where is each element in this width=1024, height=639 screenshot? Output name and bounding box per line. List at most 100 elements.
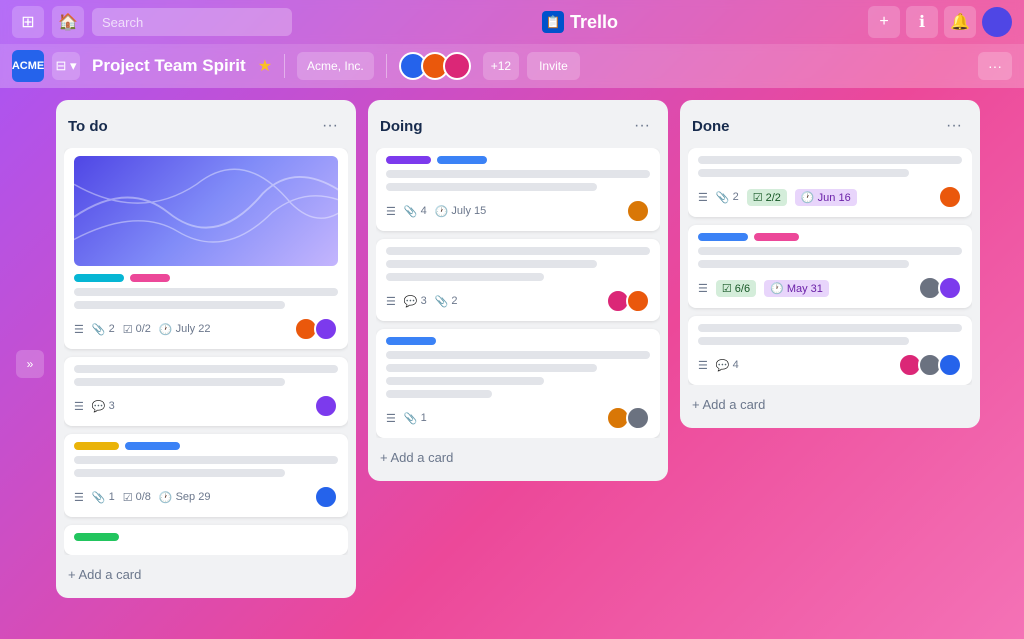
card-footer: ☰ 💬 4 bbox=[698, 353, 962, 377]
list-menu-doing[interactable]: ··· bbox=[628, 112, 656, 140]
card-avatars bbox=[314, 485, 338, 509]
sidebar-toggle-button[interactable]: » bbox=[16, 350, 44, 378]
home-button[interactable]: 🏠 bbox=[52, 6, 84, 38]
list-todo: To do ··· ☰ bbox=[56, 100, 356, 598]
add-card-button-doing[interactable]: + Add a card bbox=[376, 442, 660, 473]
checklist-val: 0/2 bbox=[136, 323, 151, 335]
card-doing-3[interactable]: ☰ 📎 1 bbox=[376, 329, 660, 438]
list-cards-done: ☰ 📎 2 ☑ 2/2 🕐 Jun 16 ☰ bbox=[688, 148, 972, 385]
tag-blue bbox=[386, 337, 436, 345]
list-menu-done[interactable]: ··· bbox=[940, 112, 968, 140]
card-avatars bbox=[314, 394, 338, 418]
card-todo-3[interactable]: ☰ 📎 1 ☑ 0/8 🕐 Sep 29 bbox=[64, 434, 348, 517]
card-done-2[interactable]: ☰ ☑ 6/6 🕐 May 31 bbox=[688, 225, 972, 308]
tag-pink bbox=[130, 274, 170, 282]
list-done: Done ··· ☰ 📎 2 ☑ 2/2 🕐 Jun 16 bbox=[680, 100, 980, 428]
card-avatars bbox=[918, 276, 962, 300]
card-text-line bbox=[386, 390, 492, 398]
board-content: » To do ··· bbox=[0, 88, 1024, 639]
comment-icon: 💬 3 bbox=[92, 400, 115, 413]
member-avatar-3[interactable] bbox=[443, 52, 471, 80]
card-avatar bbox=[314, 394, 338, 418]
date-icon: 🕐 Sep 29 bbox=[159, 491, 211, 504]
invite-button[interactable]: Invite bbox=[527, 52, 580, 80]
card-footer: ☰ 📎 2 ☑ 0/2 🕐 July 22 bbox=[74, 317, 338, 341]
checklist-icon: ☑ 0/2 bbox=[123, 323, 151, 336]
nav-right-actions: + ℹ 🔔 bbox=[868, 6, 1012, 38]
card-text-line bbox=[698, 260, 909, 268]
attach-icon: 📎 2 bbox=[435, 295, 458, 308]
card-avatar bbox=[626, 199, 650, 223]
add-card-button-todo[interactable]: + Add a card bbox=[64, 559, 348, 590]
tag-pink bbox=[754, 233, 799, 241]
card-todo-2[interactable]: ☰ 💬 3 bbox=[64, 357, 348, 426]
attach-icon: 📎 2 bbox=[716, 191, 739, 204]
card-text-line bbox=[698, 324, 962, 332]
hamburger-icon: ☰ bbox=[698, 282, 708, 295]
user-avatar[interactable] bbox=[982, 7, 1012, 37]
card-avatar bbox=[314, 317, 338, 341]
hamburger-icon: ☰ bbox=[386, 412, 396, 425]
list-header-doing: Doing ··· bbox=[376, 108, 660, 148]
card-doing-2[interactable]: ☰ 💬 3 📎 2 bbox=[376, 239, 660, 321]
attach-icon: 📎 4 bbox=[404, 205, 427, 218]
separator2 bbox=[386, 54, 387, 78]
card-avatar bbox=[938, 276, 962, 300]
card-avatars bbox=[626, 199, 650, 223]
card-text-line bbox=[386, 377, 544, 385]
card-tags bbox=[74, 274, 338, 282]
card-text-line bbox=[386, 351, 650, 359]
more-members-button[interactable]: +12 bbox=[483, 52, 519, 80]
workspace-logo: ACME bbox=[12, 50, 44, 82]
board-view-toggle[interactable]: ⊟ ▾ bbox=[52, 52, 80, 80]
tag-purple bbox=[386, 156, 431, 164]
hamburger-icon: ☰ bbox=[74, 400, 84, 413]
list-title-todo: To do bbox=[68, 118, 108, 135]
card-text-line bbox=[74, 378, 285, 386]
workspace-button[interactable]: Acme, Inc. bbox=[297, 52, 374, 80]
board-more-button[interactable]: ··· bbox=[978, 52, 1012, 80]
card-done-3[interactable]: ☰ 💬 4 bbox=[688, 316, 972, 385]
card-todo-1[interactable]: ☰ 📎 2 ☑ 0/2 🕐 July 22 bbox=[64, 148, 348, 349]
checklist-icon: ☑ 0/8 bbox=[123, 491, 151, 504]
board-nav: ACME ⊟ ▾ Project Team Spirit ★ Acme, Inc… bbox=[0, 44, 1024, 88]
attach-count: 4 bbox=[421, 205, 427, 217]
card-footer: ☰ 📎 4 🕐 July 15 bbox=[386, 199, 650, 223]
checklist-val: 0/8 bbox=[136, 491, 151, 503]
date-val: Sep 29 bbox=[176, 491, 211, 503]
trello-logo-icon: 📋 bbox=[542, 11, 564, 33]
card-done-1[interactable]: ☰ 📎 2 ☑ 2/2 🕐 Jun 16 bbox=[688, 148, 972, 217]
attach-icon: 📎 1 bbox=[92, 491, 115, 504]
tag-blue bbox=[698, 233, 748, 241]
card-avatar bbox=[314, 485, 338, 509]
list-header-todo: To do ··· bbox=[64, 108, 348, 148]
tag-green bbox=[74, 533, 119, 541]
card-footer: ☰ 💬 3 bbox=[74, 394, 338, 418]
list-cards-todo: ☰ 📎 2 ☑ 0/2 🕐 July 22 ☰ 💬 3 bbox=[64, 148, 348, 555]
card-text-line bbox=[698, 337, 909, 345]
card-text-line bbox=[74, 365, 338, 373]
list-header-done: Done ··· bbox=[688, 108, 972, 148]
list-title-doing: Doing bbox=[380, 118, 423, 135]
notifications-button[interactable]: 🔔 bbox=[944, 6, 976, 38]
card-todo-4[interactable] bbox=[64, 525, 348, 555]
card-doing-1[interactable]: ☰ 📎 4 🕐 July 15 bbox=[376, 148, 660, 231]
card-footer: ☰ ☑ 6/6 🕐 May 31 bbox=[698, 276, 962, 300]
list-menu-todo[interactable]: ··· bbox=[316, 112, 344, 140]
date-icon: 🕐 July 22 bbox=[159, 323, 211, 336]
card-tags bbox=[74, 533, 338, 541]
star-icon[interactable]: ★ bbox=[258, 56, 272, 76]
card-avatars bbox=[898, 353, 962, 377]
card-footer: ☰ 📎 1 ☑ 0/8 🕐 Sep 29 bbox=[74, 485, 338, 509]
card-text-line bbox=[74, 456, 338, 464]
card-avatars bbox=[606, 406, 650, 430]
list-cards-doing: ☰ 📎 4 🕐 July 15 ☰ 💬 3 📎 2 bbox=[376, 148, 660, 438]
info-button[interactable]: ℹ bbox=[906, 6, 938, 38]
card-text-line bbox=[386, 273, 544, 281]
card-avatars bbox=[606, 289, 650, 313]
attach-count: 1 bbox=[109, 491, 115, 503]
apps-button[interactable]: ⊞ bbox=[12, 6, 44, 38]
add-button[interactable]: + bbox=[868, 6, 900, 38]
add-card-button-done[interactable]: + Add a card bbox=[688, 389, 972, 420]
search-input[interactable] bbox=[92, 8, 292, 36]
